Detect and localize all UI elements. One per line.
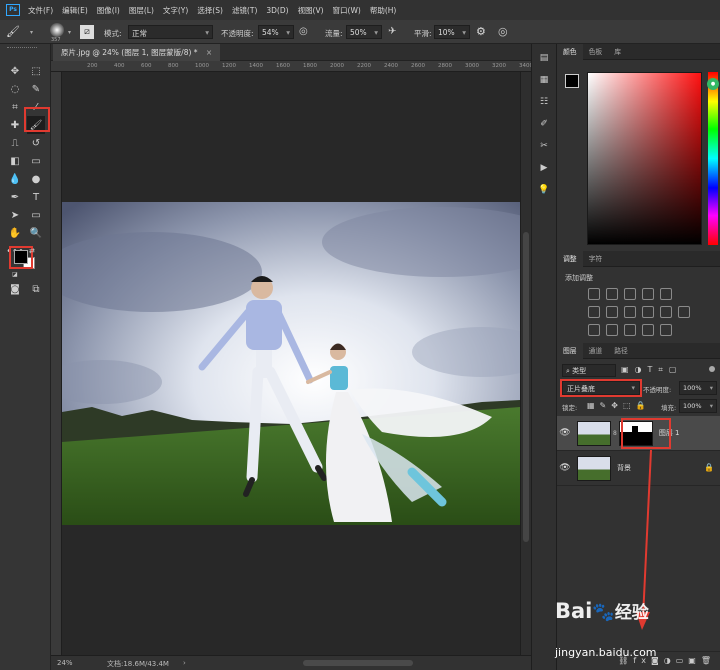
baidu-url: jingyan.baidu.com	[555, 646, 657, 659]
baidu-logo-text: Bai🐾经验	[555, 599, 649, 623]
annotation-arrow	[636, 449, 652, 630]
